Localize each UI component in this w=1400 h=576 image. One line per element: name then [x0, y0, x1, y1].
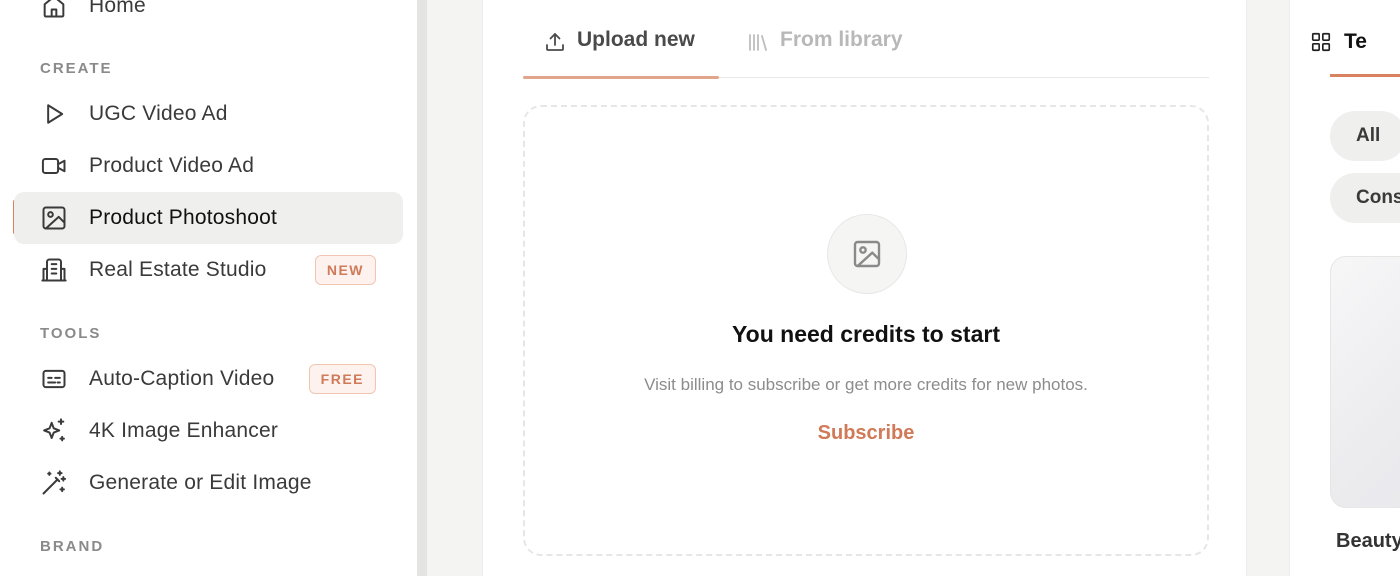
- sidebar-item-product-photoshoot[interactable]: Product Photoshoot: [14, 192, 403, 244]
- sidebar-item-label: UGC Video Ad: [89, 102, 228, 125]
- sidebar-divider: [417, 0, 427, 576]
- video-camera-icon: [40, 153, 68, 179]
- tab-from-library[interactable]: From library: [746, 28, 903, 78]
- sidebar-item-real-estate-studio[interactable]: Real Estate Studio NEW: [14, 244, 403, 296]
- main-panel: Upload new From library You need credits…: [482, 0, 1247, 576]
- template-preview-label: Beauty: [1336, 530, 1400, 552]
- filter-chip-cons[interactable]: Cons: [1330, 173, 1400, 223]
- tab-label: Te: [1344, 30, 1367, 53]
- sparkles-icon: [40, 418, 68, 444]
- sidebar-item-label: 4K Image Enhancer: [89, 419, 279, 442]
- tab-label: Upload new: [577, 28, 695, 51]
- sidebar-item-label: Product Photoshoot: [89, 206, 278, 229]
- tab-templates[interactable]: Te: [1310, 30, 1367, 54]
- sidebar-item-label: Product Video Ad: [89, 154, 255, 177]
- tab-upload-new[interactable]: Upload new: [543, 28, 695, 78]
- magic-wand-icon: [40, 470, 68, 496]
- upload-dropzone[interactable]: You need credits to start Visit billing …: [523, 105, 1209, 556]
- new-badge: NEW: [314, 255, 376, 285]
- empty-state-title: You need credits to start: [732, 321, 1000, 347]
- right-panel: Te All Cons Beauty: [1289, 0, 1400, 576]
- building-icon: [40, 257, 68, 283]
- sidebar-item-product-video-ad[interactable]: Product Video Ad: [14, 140, 403, 192]
- upload-icon: [543, 30, 567, 54]
- sidebar-item-ugc-video-ad[interactable]: UGC Video Ad: [14, 88, 403, 140]
- sidebar-item-label: Auto-Caption Video: [89, 367, 275, 390]
- section-title-tools: TOOLS: [40, 325, 102, 342]
- play-icon: [40, 101, 68, 127]
- sidebar-item-label: Generate or Edit Image: [89, 471, 312, 494]
- sidebar-item-4k-image-enhancer[interactable]: 4K Image Enhancer: [14, 405, 403, 457]
- sidebar: Home CREATE UGC Video Ad Product Video A…: [0, 0, 417, 576]
- free-badge: FREE: [308, 364, 376, 394]
- image-icon: [40, 205, 68, 231]
- image-icon: [827, 214, 907, 294]
- template-preview-card[interactable]: [1330, 256, 1400, 508]
- sidebar-item-label: Home: [89, 0, 146, 17]
- grid-icon: [1311, 32, 1331, 52]
- captions-icon: [40, 366, 68, 392]
- empty-state-subtitle: Visit billing to subscribe or get more c…: [644, 375, 1088, 394]
- library-icon: [746, 30, 770, 54]
- section-title-brand: BRAND: [40, 538, 105, 555]
- active-tab-underline: [523, 76, 719, 79]
- sidebar-item-label: Real Estate Studio: [89, 258, 267, 281]
- sidebar-item-generate-or-edit-image[interactable]: Generate or Edit Image: [14, 457, 403, 509]
- filter-chip-all[interactable]: All: [1330, 111, 1400, 161]
- active-tab-underline: [1330, 74, 1400, 77]
- section-title-create: CREATE: [40, 60, 113, 77]
- tab-label: From library: [780, 28, 903, 51]
- subscribe-link[interactable]: Subscribe: [525, 422, 1207, 445]
- upload-tabs: Upload new From library: [523, 0, 1209, 79]
- sidebar-item-auto-caption-video[interactable]: Auto-Caption Video FREE: [14, 353, 403, 405]
- sidebar-item-home[interactable]: Home: [14, 0, 403, 32]
- home-icon: [40, 0, 68, 19]
